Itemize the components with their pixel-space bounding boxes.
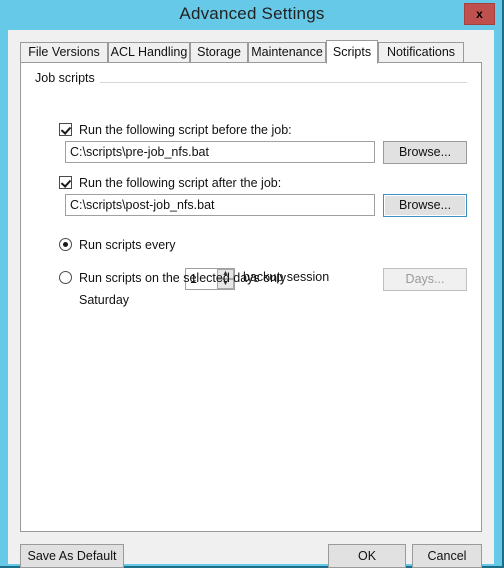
pre-script-checkbox-row[interactable]: Run the following script before the job: [59, 123, 292, 137]
cancel-button[interactable]: Cancel [412, 544, 482, 568]
dialog-body: File Versions ACL Handling Storage Maint… [8, 30, 494, 568]
post-script-browse-button[interactable]: Browse... [383, 194, 467, 217]
close-icon[interactable]: x [464, 3, 495, 25]
pre-script-browse-button[interactable]: Browse... [383, 141, 467, 164]
run-every-radio[interactable] [59, 238, 72, 251]
selected-days-radio-row[interactable]: Run scripts on the selected days only [59, 271, 286, 285]
days-button[interactable]: Days... [383, 268, 467, 291]
title-bar: Advanced Settings x [0, 0, 504, 30]
post-script-checkbox-label: Run the following script after the job: [79, 176, 282, 190]
pre-script-checkbox[interactable] [59, 123, 72, 136]
post-script-path-input[interactable] [65, 194, 375, 216]
job-scripts-group-label: Job scripts [35, 71, 100, 85]
selected-days-radio-label: Run scripts on the selected days only [79, 271, 287, 285]
post-script-checkbox[interactable] [59, 176, 72, 189]
run-every-radio-label: Run scripts every [79, 238, 176, 252]
selected-days-radio[interactable] [59, 271, 72, 284]
tab-notifications[interactable]: Notifications [378, 42, 464, 63]
tab-maintenance[interactable]: Maintenance [248, 42, 326, 63]
tab-scripts[interactable]: Scripts [326, 40, 378, 64]
pre-script-path-input[interactable] [65, 141, 375, 163]
tab-file-versions[interactable]: File Versions [20, 42, 108, 63]
pre-script-checkbox-label: Run the following script before the job: [79, 123, 292, 137]
ok-button[interactable]: OK [328, 544, 406, 568]
tab-acl-handling[interactable]: ACL Handling [108, 42, 190, 63]
run-every-radio-row[interactable]: Run scripts every [59, 238, 176, 252]
window-title: Advanced Settings [179, 4, 325, 23]
tab-storage[interactable]: Storage [190, 42, 248, 63]
save-as-default-button[interactable]: Save As Default [20, 544, 124, 568]
post-script-checkbox-row[interactable]: Run the following script after the job: [59, 176, 281, 190]
selected-days-value: Saturday [79, 293, 130, 307]
group-divider [35, 82, 467, 83]
scripts-tab-panel: Job scripts Run the following script bef… [20, 62, 482, 532]
advanced-settings-dialog: Advanced Settings x File Versions ACL Ha… [0, 0, 504, 568]
